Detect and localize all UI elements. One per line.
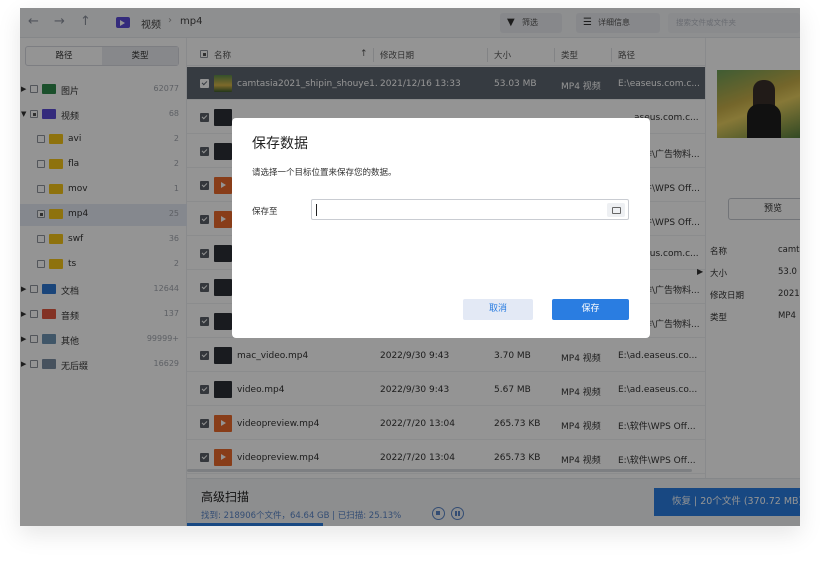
app-window: ← → ↑ 视频 › mp4 ▼ 筛选 ☰ 详细信息 搜索文件或文件夹 路径 类… bbox=[20, 8, 800, 526]
dialog-subtitle: 请选择一个目标位置来保存您的数据。 bbox=[252, 168, 397, 178]
browse-folder-icon[interactable] bbox=[607, 203, 625, 217]
save-button[interactable]: 保存 bbox=[552, 299, 629, 320]
cancel-button[interactable]: 取消 bbox=[463, 299, 533, 320]
text-caret bbox=[316, 204, 317, 216]
stage: ← → ↑ 视频 › mp4 ▼ 筛选 ☰ 详细信息 搜索文件或文件夹 路径 类… bbox=[0, 0, 820, 570]
save-data-dialog: 保存数据 请选择一个目标位置来保存您的数据。 保存至 取消 保存 bbox=[232, 118, 650, 338]
save-to-label: 保存至 bbox=[252, 207, 278, 217]
save-path-input[interactable] bbox=[311, 199, 629, 220]
dialog-title: 保存数据 bbox=[252, 136, 308, 152]
